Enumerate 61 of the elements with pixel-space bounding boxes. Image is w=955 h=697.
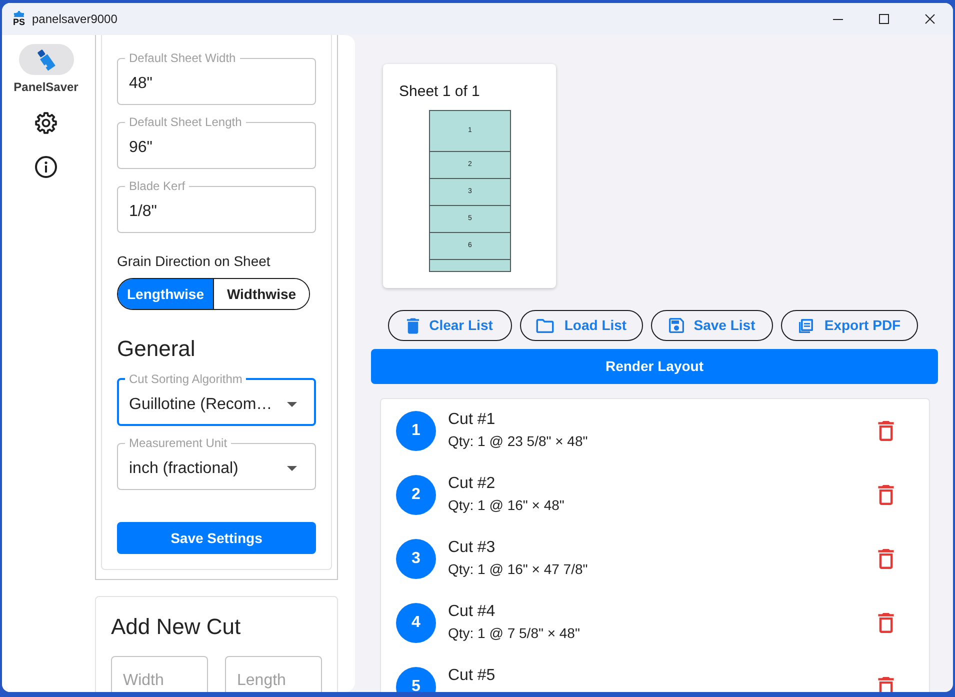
field-label: Default Sheet Width: [128, 51, 237, 65]
cut-detail: Qty: 1 @ 16" × 47 7/8": [448, 560, 589, 579]
dropdown-value: Guillotine (Recom…: [129, 394, 274, 414]
dropdown-field[interactable]: Cut Sorting Algorithm Guillotine (Recom…: [117, 372, 316, 426]
field-label: Cut Sorting Algorithm: [128, 372, 244, 386]
caret-icon: [287, 466, 297, 471]
cut-detail: Qty: 1 @ 23 5/8" × 48": [448, 432, 589, 451]
input-field[interactable]: Width: [111, 656, 208, 692]
field-label: Default Sheet Length: [128, 115, 243, 129]
folder-icon: [536, 318, 554, 332]
maximize-icon: [879, 14, 889, 24]
cut-title: Cut #1: [448, 410, 496, 430]
info-icon[interactable]: [35, 156, 57, 178]
cut-detail: Qty: 1 @ 16" × 48": [448, 496, 566, 515]
saw-icon[interactable]: [36, 48, 56, 72]
settings-icon[interactable]: [35, 112, 57, 134]
text-field[interactable]: Blade Kerf 1/8": [117, 179, 316, 233]
grain-direction-label: Grain Direction on Sheet: [117, 252, 272, 271]
cut-title: Cut #2: [448, 474, 496, 494]
trash-icon[interactable]: [878, 549, 894, 569]
field-value: 48": [129, 74, 152, 94]
trash-icon[interactable]: [878, 677, 894, 692]
document-stack-icon: [798, 318, 814, 334]
grain-option[interactable]: Widthwise: [213, 279, 309, 309]
grain-option[interactable]: Lengthwise: [118, 279, 213, 309]
dropdown-field[interactable]: Measurement Unit inch (fractional): [117, 436, 316, 490]
app-logo: PS: [12, 11, 26, 27]
field-label: Blade Kerf: [128, 179, 186, 193]
close-icon: [925, 14, 935, 24]
cut-title: Cut #5: [448, 666, 496, 686]
text-field[interactable]: Default Sheet Width 48": [117, 51, 316, 105]
clear-list-button[interactable]: Clear List: [388, 310, 512, 341]
cut-number: 2: [396, 475, 436, 515]
export-pdf-button[interactable]: Export PDF: [781, 310, 918, 341]
cut-number: 4: [396, 603, 436, 643]
field-label: Measurement Unit: [128, 436, 228, 450]
sheet-title: Sheet 1 of 1: [399, 82, 481, 102]
section-heading: Add New Cut: [111, 613, 242, 641]
save-settings-button[interactable]: Save Settings: [117, 522, 316, 554]
window-title: panelsaver9000: [32, 11, 118, 28]
cut-title: Cut #4: [448, 602, 496, 622]
trash-icon[interactable]: [878, 485, 894, 505]
cut-number: 3: [396, 539, 436, 579]
cut-number: 1: [396, 411, 436, 451]
field-value: 96": [129, 138, 152, 158]
dropdown-value: inch (fractional): [129, 458, 240, 478]
load-list-button[interactable]: Load List: [520, 310, 643, 341]
caret-icon: [287, 402, 297, 407]
cut-detail: Qty: 1 @ 7 5/8" × 48": [448, 624, 581, 643]
save-list-button[interactable]: Save List: [651, 310, 773, 341]
trash-icon[interactable]: [878, 613, 894, 633]
minimize-icon: [833, 18, 843, 20]
trash-icon[interactable]: [878, 421, 894, 441]
render-layout-button[interactable]: Render Layout: [371, 349, 938, 384]
input-field[interactable]: Length: [225, 656, 322, 692]
cut-title: Cut #3: [448, 538, 496, 558]
field-value: 1/8": [129, 202, 157, 222]
cut-number: 5: [396, 667, 436, 692]
text-field[interactable]: Default Sheet Length 96": [117, 115, 316, 169]
section-heading: General: [117, 335, 196, 363]
trash-icon: [407, 318, 420, 334]
